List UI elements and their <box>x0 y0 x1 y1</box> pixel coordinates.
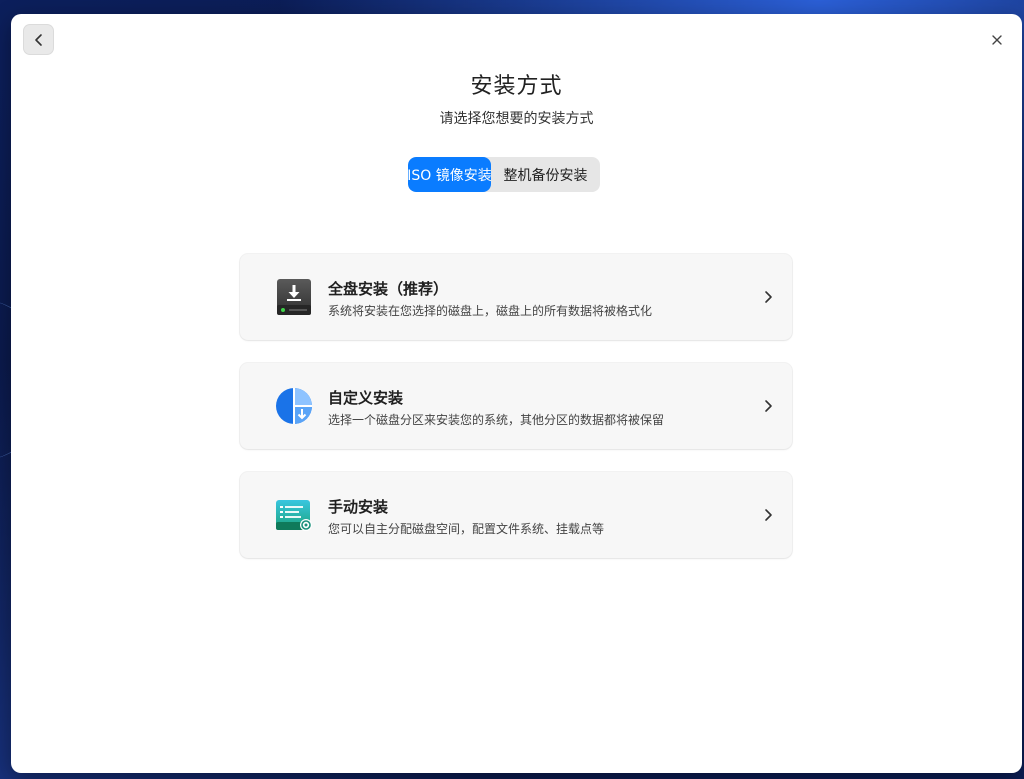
chevron-right-icon <box>765 509 772 521</box>
chevron-right-icon <box>765 291 772 303</box>
back-button[interactable] <box>23 24 54 55</box>
chevron-left-icon <box>34 33 42 46</box>
option-description: 系统将安装在您选择的磁盘上，磁盘上的所有数据将被格式化 <box>328 304 653 318</box>
installer-window: 安装方式 请选择您想要的安装方式 ISO 镜像安装 整机备份安装 全盘安装（推荐… <box>11 14 1022 773</box>
option-title: 自定义安装 <box>328 389 404 407</box>
option-description: 选择一个磁盘分区来安装您的系统，其他分区的数据都将被保留 <box>328 413 665 427</box>
option-custom-install[interactable]: 自定义安装 选择一个磁盘分区来安装您的系统，其他分区的数据都将被保留 <box>240 363 792 449</box>
manual-disk-settings-icon <box>276 500 312 531</box>
option-description: 您可以自主分配磁盘空间，配置文件系统、挂载点等 <box>328 522 605 536</box>
option-title: 全盘安装（推荐） <box>328 280 449 298</box>
tab-backup-install[interactable]: 整机备份安装 <box>491 157 600 192</box>
close-button[interactable] <box>981 24 1012 55</box>
partition-pie-icon <box>276 388 312 424</box>
disk-download-icon <box>277 279 311 315</box>
tab-iso-install[interactable]: ISO 镜像安装 <box>408 157 492 192</box>
option-manual-install[interactable]: 手动安装 您可以自主分配磁盘空间，配置文件系统、挂载点等 <box>240 472 792 558</box>
page-subtitle: 请选择您想要的安装方式 <box>439 111 594 127</box>
install-source-tabs: ISO 镜像安装 整机备份安装 <box>408 157 600 192</box>
option-title: 手动安装 <box>328 498 389 516</box>
option-full-disk-install[interactable]: 全盘安装（推荐） 系统将安装在您选择的磁盘上，磁盘上的所有数据将被格式化 <box>240 254 792 340</box>
chevron-right-icon <box>765 400 772 412</box>
close-icon <box>991 34 1002 45</box>
page-title: 安装方式 <box>470 74 563 99</box>
